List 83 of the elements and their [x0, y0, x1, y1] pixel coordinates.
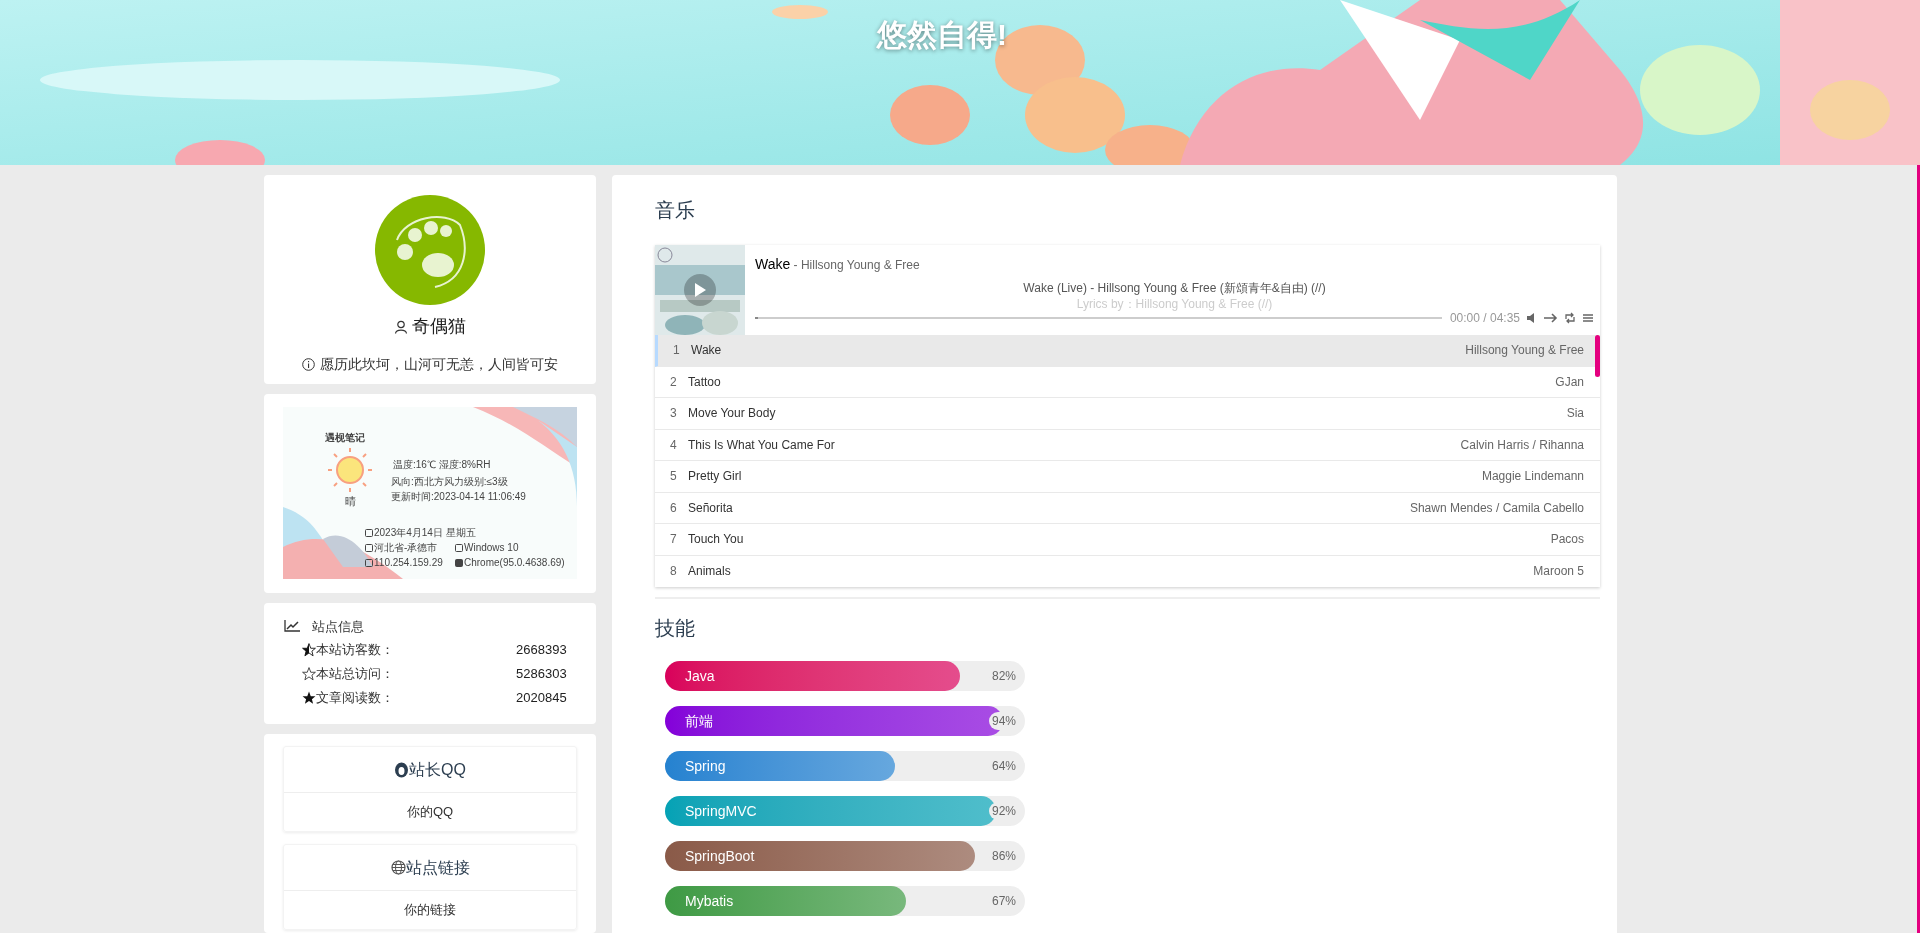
- weather-condition: 晴: [345, 494, 356, 510]
- stat-value: 2668393: [516, 640, 567, 659]
- weather-browser: Chrome(95.0.4638.69): [464, 556, 565, 571]
- track-title: Touch You: [688, 531, 745, 549]
- scrollbar-thumb[interactable]: [1595, 335, 1600, 377]
- weather-location: 河北省-承德市: [374, 541, 438, 556]
- star-outline-icon: [302, 666, 316, 681]
- stat-value: 5286303: [516, 664, 567, 683]
- profile-name: 奇偶猫: [412, 315, 466, 338]
- weather-os: Windows 10: [464, 541, 519, 556]
- paw-avatar-icon: [375, 195, 485, 305]
- song-artist: - Hillsong Young & Free: [792, 257, 920, 274]
- song-title: Wake: [755, 255, 791, 274]
- line-chart-icon: [284, 620, 300, 633]
- track-row[interactable]: 2 Tattoo GJan: [655, 366, 1600, 398]
- skill-name: SpringMVC: [685, 801, 757, 821]
- track-row[interactable]: 8 Animals Maroon 5: [655, 555, 1600, 587]
- track-title: Tattoo: [688, 373, 722, 391]
- weather-ip: 110.254.159.29: [374, 556, 443, 571]
- skill-name: Spring: [685, 756, 726, 776]
- track-title: Señorita: [688, 499, 734, 517]
- track-number: 3: [670, 405, 678, 423]
- section-heading: 技能: [655, 616, 696, 641]
- weather-temperature: 温度:16℃ 湿度:8%RH: [393, 458, 491, 473]
- stat-label: 文章阅读数：: [316, 688, 395, 707]
- track-row[interactable]: 7 Touch You Pacos: [655, 524, 1600, 556]
- track-number: 7: [670, 531, 678, 549]
- track-number: 4: [670, 436, 678, 454]
- weather-brand: 遇枧笔记: [325, 431, 365, 446]
- track-number: 1: [673, 342, 681, 360]
- sun-icon: [327, 447, 373, 494]
- weather-date: 2023年4月14日 星期五: [374, 526, 476, 541]
- banner-title: 悠然自得!: [877, 17, 1007, 53]
- track-number: 2: [670, 373, 678, 391]
- lyric-line: Wake (Live) - Hillsong Young & Free (新頌青年&自由) (//): [1023, 280, 1326, 296]
- time-display: 00:00 / 04:35: [1449, 310, 1520, 327]
- track-artist: Calvin Harris / Rihanna: [1460, 436, 1584, 454]
- link-panel-text[interactable]: 你的链接: [404, 900, 456, 920]
- track-title: This Is What You Came For: [688, 436, 836, 454]
- track-artist: Hillsong Young & Free: [1465, 342, 1584, 360]
- track-row[interactable]: 5 Pretty Girl Maggie Lindemann: [655, 461, 1600, 493]
- site-info-title: 站点信息: [312, 617, 364, 636]
- skill-name: Java: [685, 666, 715, 686]
- track-number: 5: [670, 468, 678, 486]
- track-artist: Pacos: [1550, 531, 1584, 549]
- track-number: 8: [670, 563, 678, 581]
- stat-value: 2020845: [516, 688, 567, 707]
- skill-name: 前端: [685, 711, 713, 731]
- play-button[interactable]: [684, 274, 716, 306]
- track-number: 6: [670, 499, 678, 517]
- track-row[interactable]: 6 Señorita Shawn Mendes / Camila Cabello: [655, 492, 1600, 524]
- stat-label: 本站访客数：: [316, 640, 395, 659]
- user-icon: [394, 319, 408, 334]
- track-title: Wake: [691, 342, 723, 360]
- info-icon: [302, 358, 315, 371]
- track-artist: Sia: [1566, 405, 1584, 423]
- menu-icon[interactable]: [1582, 312, 1594, 324]
- track-title: Animals: [688, 563, 732, 581]
- track-artist: Shawn Mendes / Camila Cabello: [1409, 499, 1584, 517]
- link-panel-title: 站点链接: [405, 857, 470, 878]
- weather-wind: 风向:西北方风力级别:≤3级: [391, 475, 508, 490]
- link-panel-title: 站长QQ: [409, 759, 466, 780]
- half-star-icon: [302, 642, 316, 657]
- star-icon: [302, 690, 316, 705]
- skill-name: SpringBoot: [685, 846, 755, 866]
- skill-percent: 92%: [988, 802, 1019, 820]
- skill-name: Mybatis: [685, 891, 734, 911]
- stat-label: 本站总访问：: [316, 664, 395, 683]
- play-icon: [694, 283, 706, 297]
- track-row[interactable]: 4 This Is What You Came For Calvin Harris / Rihanna: [655, 429, 1600, 461]
- section-heading: 音乐: [655, 198, 696, 223]
- arrow-right-icon[interactable]: [1544, 312, 1558, 324]
- track-artist: Maroon 5: [1533, 563, 1584, 581]
- skill-percent: 94%: [988, 712, 1019, 730]
- track-artist: GJan: [1555, 373, 1584, 391]
- weather-updated: 更新时间:2023-04-14 11:06:49: [391, 490, 526, 505]
- track-title: Move Your Body: [688, 405, 777, 423]
- profile-motto: 愿历此坎坷，山河可无恙，人间皆可安: [320, 355, 558, 374]
- track-title: Pretty Girl: [688, 468, 743, 486]
- link-panel-text[interactable]: 你的QQ: [406, 802, 454, 822]
- track-artist: Maggie Lindemann: [1481, 468, 1584, 486]
- repeat-icon[interactable]: [1564, 312, 1576, 324]
- track-row[interactable]: 3 Move Your Body Sia: [655, 398, 1600, 430]
